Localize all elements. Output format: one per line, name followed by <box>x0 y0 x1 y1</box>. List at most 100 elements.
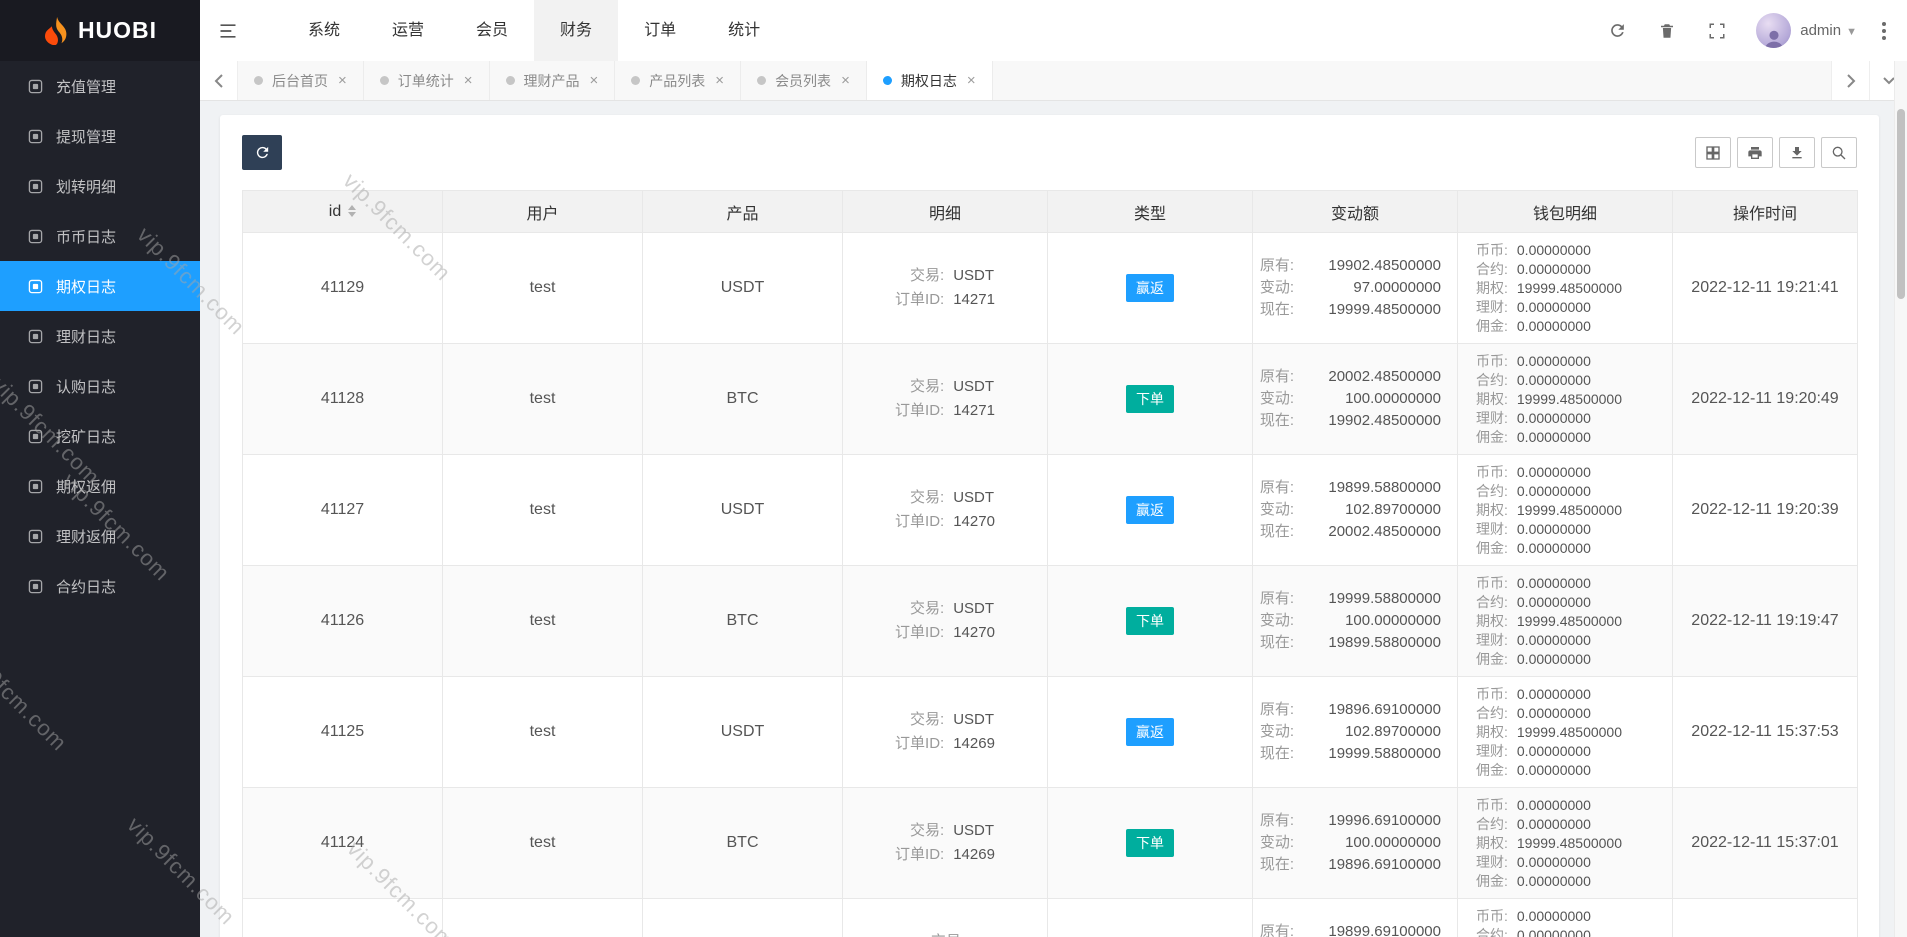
tab-close-icon[interactable]: × <box>338 73 347 88</box>
scrollbar-thumb[interactable] <box>1897 109 1905 299</box>
table-row: 41127 test USDT 交易: USDT 订单ID: 14270 赢返 原有: 19899… <box>242 454 1858 566</box>
tab-后台首页[interactable]: 后台首页 × <box>238 61 364 100</box>
tab-理财产品[interactable]: 理财产品 × <box>490 61 616 100</box>
sidebar-item-理财返佣[interactable]: 理财返佣 <box>0 511 200 561</box>
tab-订单统计[interactable]: 订单统计 × <box>364 61 490 100</box>
filter-columns-button[interactable] <box>1695 137 1731 168</box>
tab-dot-icon <box>254 76 263 85</box>
cell-wallet: 币币: 0.00000000 合约: 0.00000000 期权: 19999.48500… <box>1457 454 1673 566</box>
sidebar-item-认购日志[interactable]: 认购日志 <box>0 361 200 411</box>
cell-type <box>1047 898 1253 937</box>
column-header-操作时间: 操作时间 <box>1672 190 1858 233</box>
collapse-menu-button[interactable] <box>200 0 256 61</box>
avatar[interactable] <box>1756 13 1792 48</box>
sidebar-item-期权日志[interactable]: 期权日志 <box>0 261 200 311</box>
more-options-button[interactable] <box>1867 0 1901 61</box>
brand-logo[interactable]: HUOBI <box>0 0 200 61</box>
table-row: 交易:订单ID: 原有:19899.69100000变动:现在:币币:0.0000… <box>242 898 1858 937</box>
cell-id: 41125 <box>242 676 443 788</box>
tab-close-icon[interactable]: × <box>967 73 976 88</box>
cell-time: 2022-12-11 19:20:49 <box>1672 343 1858 455</box>
tab-期权日志[interactable]: 期权日志 × <box>866 61 993 100</box>
nav-item-财务[interactable]: 财务 <box>534 0 619 61</box>
table-refresh-button[interactable] <box>242 135 282 170</box>
sidebar-item-理财日志[interactable]: 理财日志 <box>0 311 200 361</box>
tab-close-icon[interactable]: × <box>841 73 850 88</box>
nav-item-会员[interactable]: 会员 <box>450 0 534 61</box>
tab-close-icon[interactable]: × <box>464 73 473 88</box>
tab-label: 产品列表 <box>649 72 706 89</box>
tab-会员列表[interactable]: 会员列表 × <box>741 61 867 100</box>
type-badge: 下单 <box>1126 607 1174 635</box>
refresh-cache-button[interactable] <box>1592 0 1642 61</box>
more-vertical-icon <box>1882 21 1886 40</box>
nav-item-订单[interactable]: 订单 <box>618 0 702 61</box>
table-row: 41124 test BTC 交易: USDT 订单ID: 14269 下单 原有: 19996.… <box>242 787 1858 899</box>
cell-change: 原有:19899.69100000变动:现在: <box>1252 898 1458 937</box>
cell-product: USDT <box>642 232 843 344</box>
sidebar-item-挖矿日志[interactable]: 挖矿日志 <box>0 411 200 461</box>
column-header-产品: 产品 <box>642 190 843 233</box>
table-row: 41128 test BTC 交易: USDT 订单ID: 14271 下单 原有: 20002.… <box>242 343 1858 455</box>
menu-item-label: 充值管理 <box>56 78 117 96</box>
user-name[interactable]: admin <box>1800 22 1841 39</box>
cell-time: 2022-12-11 19:21:41 <box>1672 232 1858 344</box>
menu-item-icon <box>28 229 43 244</box>
sidebar-item-币币日志[interactable]: 币币日志 <box>0 211 200 261</box>
nav-item-系统[interactable]: 系统 <box>282 0 366 61</box>
column-header-id[interactable]: id <box>242 190 443 233</box>
cell-wallet: 币币: 0.00000000 合约: 0.00000000 期权: 19999.48500… <box>1457 343 1673 455</box>
sidebar-menu: 充值管理提现管理 划转明细币币日志期权日志 理财日志 认购日志挖矿日志期权返佣 理财返佣… <box>0 61 200 611</box>
nav-item-统计[interactable]: 统计 <box>702 0 786 61</box>
sidebar-item-期权返佣[interactable]: 期权返佣 <box>0 461 200 511</box>
clear-cache-button[interactable] <box>1642 0 1692 61</box>
cell-user: test <box>442 787 643 899</box>
cell-detail: 交易: USDT 订单ID: 14271 <box>842 343 1048 455</box>
search-icon <box>1832 146 1846 159</box>
cell-id: 41124 <box>242 787 443 899</box>
cell-change: 原有: 20002.48500000 变动: 100.00000000 现在: 19902… <box>1252 343 1458 455</box>
header-right: admin ▼ <box>1592 0 1907 61</box>
fullscreen-button[interactable] <box>1692 0 1742 61</box>
table-toolbar <box>242 135 1857 170</box>
download-icon <box>1792 146 1802 158</box>
menu-item-label: 币币日志 <box>56 228 117 246</box>
export-button[interactable] <box>1779 137 1815 168</box>
chevron-right-icon <box>1846 73 1855 88</box>
chevron-down-icon[interactable]: ▼ <box>1846 26 1857 38</box>
menu-item-icon <box>28 279 43 294</box>
main-content: id 用户 产品 明细 类型 变动额 钱包明细 操作时间 41129 test USDT 交易: US… <box>200 101 1907 937</box>
tab-产品列表[interactable]: 产品列表 × <box>615 61 742 100</box>
tab-close-icon[interactable]: × <box>590 73 599 88</box>
print-button[interactable] <box>1737 137 1773 168</box>
cell-change: 原有: 19899.58800000 变动: 102.89700000 现在: 20002… <box>1252 454 1458 566</box>
cell-change: 原有: 19996.69100000 变动: 100.00000000 现在: 19896… <box>1252 787 1458 899</box>
sort-icons[interactable] <box>348 205 357 218</box>
cell-time <box>1672 898 1858 937</box>
cell-user <box>442 898 643 937</box>
sidebar-item-提现管理[interactable]: 提现管理 <box>0 111 200 161</box>
chevron-left-icon <box>214 73 223 88</box>
cell-type: 赢返 <box>1047 676 1253 788</box>
sidebar-item-划转明细[interactable]: 划转明细 <box>0 161 200 211</box>
search-button[interactable] <box>1821 137 1857 168</box>
nav-item-运营[interactable]: 运营 <box>366 0 450 61</box>
cell-product <box>642 898 843 937</box>
cell-type: 赢返 <box>1047 454 1253 566</box>
cell-user: test <box>442 676 643 788</box>
sidebar-item-充值管理[interactable]: 充值管理 <box>0 61 200 111</box>
type-badge: 下单 <box>1126 829 1174 857</box>
cell-wallet: 币币: 0.00000000 合约: 0.00000000 期权: 19999.48500… <box>1457 565 1673 677</box>
cell-id: 41126 <box>242 565 443 677</box>
type-badge: 赢返 <box>1126 274 1174 302</box>
column-header-明细: 明细 <box>842 190 1048 233</box>
tabs-scroll-right-button[interactable] <box>1831 61 1869 100</box>
tab-close-icon[interactable]: × <box>715 73 724 88</box>
vertical-scrollbar[interactable] <box>1894 61 1907 937</box>
table-row: 41125 test USDT 交易: USDT 订单ID: 14269 赢返 原有: 19896… <box>242 676 1858 788</box>
menu-item-label: 挖矿日志 <box>56 428 117 446</box>
sidebar-item-合约日志[interactable]: 合约日志 <box>0 561 200 611</box>
cell-time: 2022-12-11 15:37:01 <box>1672 787 1858 899</box>
menu-item-icon <box>28 129 43 144</box>
tabs-scroll-left-button[interactable] <box>200 61 238 100</box>
